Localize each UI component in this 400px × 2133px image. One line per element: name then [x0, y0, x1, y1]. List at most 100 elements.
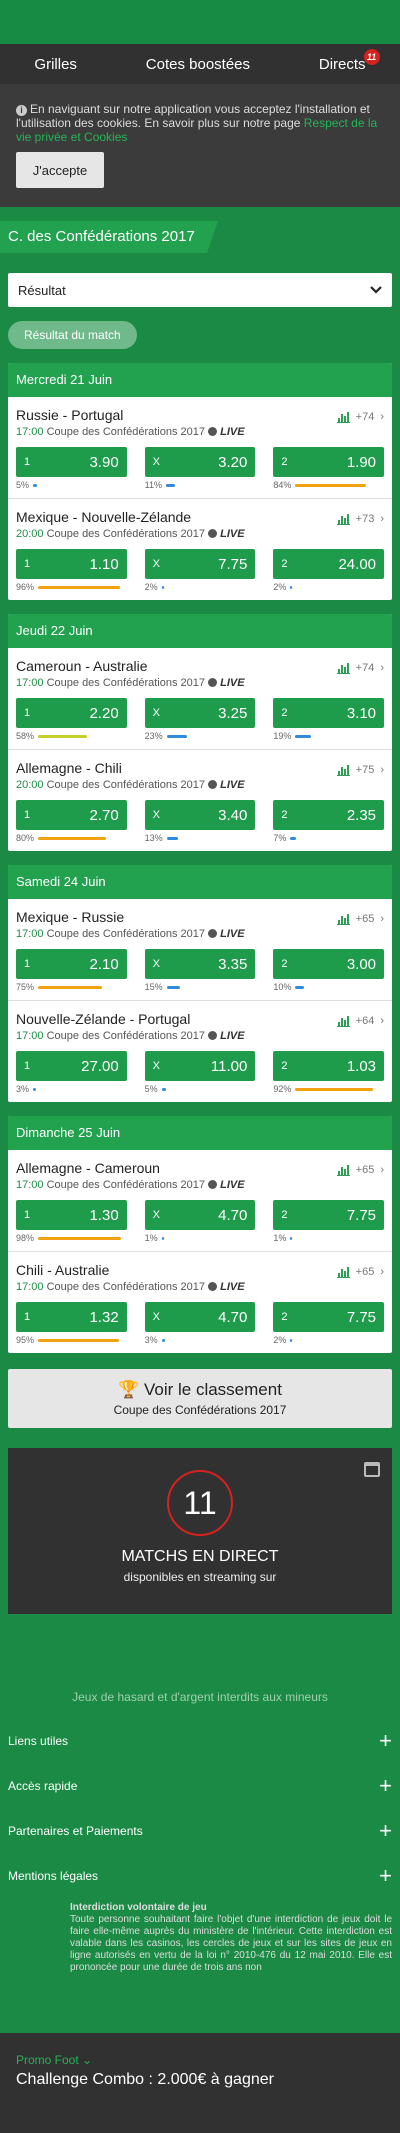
- match-row[interactable]: Allemagne - Chili 20:00 Coupe des Confédé…: [8, 750, 392, 851]
- odd-button[interactable]: 1 3.90: [16, 447, 127, 477]
- live-matches-panel[interactable]: 11 MATCHS EN DIRECT disponibles en strea…: [8, 1448, 392, 1614]
- odd-button[interactable]: 2 3.10: [273, 698, 385, 728]
- odd-button[interactable]: 1 27.00: [16, 1051, 127, 1081]
- tab-grilles[interactable]: Grilles: [34, 56, 77, 73]
- odd-cell: X 7.75 2%: [144, 549, 256, 592]
- accordion-partenaires[interactable]: Partenaires et Paiements +: [0, 1808, 400, 1853]
- odd-value: 4.70: [218, 1206, 248, 1224]
- tab-directs[interactable]: Directs 11: [319, 48, 380, 73]
- odd-value: 2.10: [89, 955, 119, 973]
- match-row[interactable]: Mexique - Nouvelle-Zélande 20:00 Coupe de…: [8, 499, 392, 600]
- bet-share-bar: [290, 836, 297, 840]
- live-count: 11: [167, 1470, 233, 1536]
- odd-button[interactable]: 1 1.32: [16, 1302, 127, 1332]
- odd-button[interactable]: X 3.40: [144, 800, 256, 830]
- tab-cotes-boostees[interactable]: Cotes boostées: [146, 56, 250, 73]
- match-result-chip[interactable]: Résultat du match: [8, 321, 137, 349]
- odd-cell: 1 1.10 96%: [16, 549, 127, 592]
- more-bets-link[interactable]: +65 ›: [336, 1164, 384, 1176]
- odd-cell: 2 7.75 1%: [273, 1200, 385, 1243]
- bet-share-percent: 3%: [16, 1084, 30, 1094]
- odd-outcome: X: [152, 1311, 161, 1323]
- odd-button[interactable]: 2 2.35: [273, 800, 385, 830]
- match-teams: Chili - Australie: [16, 1262, 110, 1278]
- more-bets-link[interactable]: +75 ›: [336, 764, 384, 776]
- bet-share-percent: 80%: [16, 833, 35, 843]
- bet-share: 84%: [273, 480, 384, 490]
- accordion-label: Liens utiles: [8, 1733, 69, 1748]
- market-select[interactable]: Résultat: [8, 273, 392, 307]
- match-row[interactable]: Russie - Portugal 17:00 Coupe des Confédé…: [8, 397, 392, 499]
- odd-outcome: X: [152, 1209, 161, 1221]
- odd-cell: 1 3.90 5%: [16, 447, 127, 490]
- odd-cell: 2 3.00 10%: [273, 949, 385, 992]
- bet-share-percent: 15%: [144, 982, 163, 992]
- more-bets-link[interactable]: +74 ›: [336, 411, 384, 423]
- odd-button[interactable]: X 4.70: [144, 1302, 256, 1332]
- stats-icon: [336, 1164, 350, 1176]
- ranking-title: Voir le classement: [143, 1380, 282, 1399]
- odd-button[interactable]: 2 7.75: [273, 1302, 385, 1332]
- odd-outcome: 1: [24, 558, 31, 570]
- promo-banner[interactable]: Promo Foot ⌄ Challenge Combo : 2.000€ à …: [0, 2033, 400, 2133]
- live-subtitle: disponibles en streaming sur: [123, 1570, 277, 1584]
- odd-button[interactable]: 1 1.10: [16, 549, 127, 579]
- odd-button[interactable]: X 3.20: [144, 447, 256, 477]
- odd-button[interactable]: 2 24.00: [273, 549, 385, 579]
- match-row[interactable]: Chili - Australie 17:00 Coupe des Confédé…: [8, 1252, 392, 1353]
- bet-share-bar: [38, 734, 88, 738]
- odd-button[interactable]: 1 2.20: [16, 698, 127, 728]
- chevron-right-icon: ›: [380, 913, 384, 925]
- accordion-mentions-legales[interactable]: Mentions légales +: [0, 1853, 400, 1898]
- chevron-right-icon: ›: [380, 1015, 384, 1027]
- accordion-liens-utiles[interactable]: Liens utiles +: [0, 1718, 400, 1763]
- calendar-icon[interactable]: [364, 1462, 380, 1477]
- odds-row: 1 3.90 5% X 3.20 11% 2 1.90 84%: [16, 447, 385, 490]
- odd-button[interactable]: 2 3.00: [273, 949, 385, 979]
- odd-outcome: 2: [281, 1209, 288, 1221]
- match-row[interactable]: Allemagne - Cameroun 17:00 Coupe des Conf…: [8, 1150, 392, 1252]
- bet-share-bar: [161, 1236, 164, 1240]
- match-row[interactable]: Cameroun - Australie 17:00 Coupe des Conf…: [8, 648, 392, 750]
- odd-button[interactable]: X 4.70: [144, 1200, 256, 1230]
- odd-button[interactable]: 1 1.30: [16, 1200, 127, 1230]
- match-row[interactable]: Nouvelle-Zélande - Portugal 17:00 Coupe d…: [8, 1001, 392, 1102]
- odd-value: 1.90: [346, 453, 377, 471]
- odd-value: 27.00: [81, 1057, 119, 1075]
- odd-value: 7.75: [346, 1206, 377, 1224]
- odd-button[interactable]: 2 7.75: [273, 1200, 385, 1230]
- odd-cell: X 4.70 3%: [144, 1302, 256, 1345]
- odd-cell: X 3.20 11%: [144, 447, 256, 490]
- cookie-banner: i En naviguant sur notre application vous…: [0, 84, 400, 207]
- live-label: LIVE: [220, 1179, 245, 1191]
- odd-cell: 2 7.75 2%: [273, 1302, 385, 1345]
- odd-button[interactable]: X 7.75: [144, 549, 256, 579]
- odd-button[interactable]: 2 1.90: [273, 447, 385, 477]
- odd-value: 3.35: [218, 955, 248, 973]
- bet-share-bar: [161, 1338, 165, 1342]
- more-bets-link[interactable]: +73 ›: [336, 513, 384, 525]
- accordion-acces-rapide[interactable]: Accès rapide +: [0, 1763, 400, 1808]
- odd-outcome: 1: [24, 1311, 31, 1323]
- bet-share-bar: [166, 734, 187, 738]
- more-bets-link[interactable]: +65 ›: [336, 913, 384, 925]
- chevron-right-icon: ›: [380, 1266, 384, 1278]
- odd-button[interactable]: X 3.35: [144, 949, 256, 979]
- odd-button[interactable]: 1 2.10: [16, 949, 127, 979]
- more-bets-count: +65: [355, 913, 375, 925]
- bet-share-bar: [166, 483, 176, 487]
- odd-button[interactable]: X 3.25: [144, 698, 256, 728]
- ranking-button[interactable]: 🏆 Voir le classement Coupe des Confédéra…: [8, 1369, 392, 1428]
- odd-button[interactable]: 1 2.70: [16, 800, 127, 830]
- more-bets-link[interactable]: +74 ›: [336, 662, 384, 674]
- main-content: C. des Confédérations 2017 Résultat Résu…: [0, 207, 400, 1990]
- match-row[interactable]: Mexique - Russie 17:00 Coupe des Confédér…: [8, 899, 392, 1001]
- accept-cookies-button[interactable]: J'accepte: [16, 152, 104, 188]
- odd-button[interactable]: X 11.00: [144, 1051, 256, 1081]
- bet-share-percent: 2%: [273, 582, 287, 592]
- more-bets-link[interactable]: +64 ›: [336, 1015, 384, 1027]
- more-bets-link[interactable]: +65 ›: [336, 1266, 384, 1278]
- odd-value: 2.70: [89, 806, 119, 824]
- match-time: 17:00: [16, 677, 44, 689]
- odd-button[interactable]: 2 1.03: [273, 1051, 385, 1081]
